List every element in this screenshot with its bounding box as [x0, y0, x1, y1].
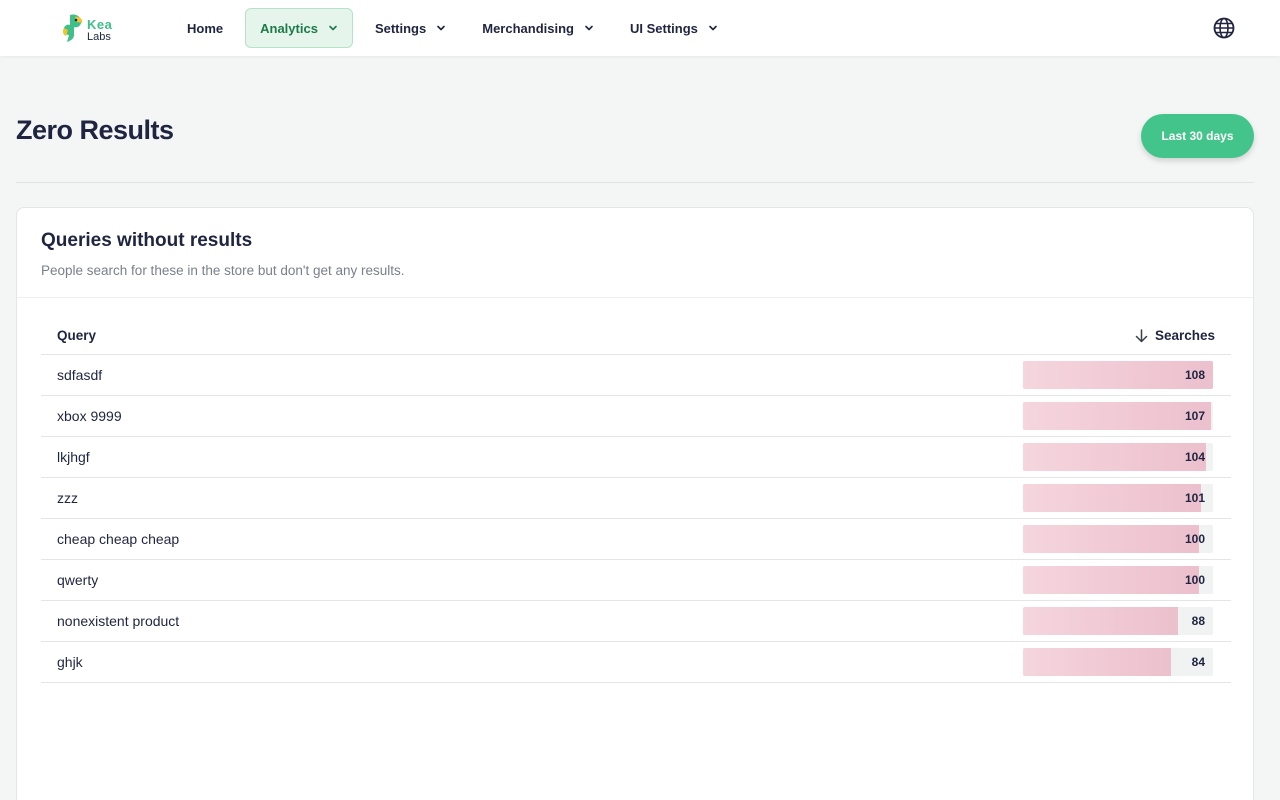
globe-icon[interactable]: [1212, 16, 1236, 40]
column-header-label: Searches: [1154, 328, 1215, 343]
main-nav: Home Analytics Settings Merchandising UI…: [173, 8, 740, 48]
searches-count: 88: [1191, 614, 1205, 628]
searches-bar: 108: [1023, 361, 1213, 389]
searches-count: 84: [1191, 655, 1205, 669]
parrot-logo-icon: [62, 14, 83, 43]
searches-bar-fill: [1023, 566, 1199, 594]
searches-count: 107: [1184, 409, 1205, 423]
page-title: Zero Results: [16, 115, 174, 145]
searches-bar: 100: [1023, 525, 1213, 553]
table-row[interactable]: qwerty 100: [41, 560, 1231, 601]
table-row[interactable]: xbox 9999 107: [41, 396, 1231, 437]
searches-count: 100: [1184, 573, 1205, 587]
nav-item-label: Settings: [374, 20, 427, 36]
query-text: nonexistent product: [57, 613, 180, 629]
searches-bar: 107: [1023, 402, 1213, 430]
card-subtitle: People search for these in the store but…: [41, 263, 405, 278]
query-text: lkjhgf: [57, 449, 90, 465]
column-header-searches[interactable]: Searches: [1135, 328, 1215, 343]
query-text: xbox 9999: [57, 408, 122, 424]
nav-item-label: Home: [187, 20, 224, 36]
query-text: qwerty: [57, 572, 99, 588]
searches-count: 100: [1184, 532, 1205, 546]
arrow-down-icon: [1135, 328, 1148, 342]
table-row[interactable]: cheap cheap cheap 100: [41, 519, 1231, 560]
searches-bar-fill: [1023, 648, 1171, 676]
nav-item-merchandising[interactable]: Merchandising: [468, 8, 608, 48]
table-header: Query Searches: [41, 318, 1231, 355]
query-text: sdfasdf: [57, 367, 103, 383]
nav-item-ui-settings[interactable]: UI Settings: [616, 8, 732, 48]
searches-bar: 101: [1023, 484, 1213, 512]
searches-bar-fill: [1023, 607, 1178, 635]
query-text: ghjk: [57, 654, 83, 670]
chevron-down-icon: [709, 25, 717, 31]
card-title: Queries without results: [41, 230, 253, 251]
table-row[interactable]: zzz 101: [41, 478, 1231, 519]
table-row[interactable]: ghjk 84: [41, 642, 1231, 683]
query-text: cheap cheap cheap: [57, 531, 180, 547]
date-range-button[interactable]: Last 30 days: [1141, 114, 1254, 158]
searches-bar-fill: [1023, 484, 1201, 512]
column-header-query[interactable]: Query: [57, 328, 96, 343]
searches-bar: 100: [1023, 566, 1213, 594]
nav-item-home[interactable]: Home: [173, 8, 237, 48]
nav-item-label: Analytics: [260, 20, 318, 36]
searches-count: 101: [1184, 491, 1205, 505]
searches-bar: 84: [1023, 648, 1213, 676]
queries-table: Query Searches sdfasdf 108 xbox 9999 107 lkj…: [41, 318, 1231, 683]
top-navbar: Kea Labs Home Analytics Settings Merchan…: [0, 0, 1280, 56]
table-body: sdfasdf 108 xbox 9999 107 lkjhgf 104 zzz 101 che…: [41, 355, 1231, 683]
searches-bar-fill: [1023, 525, 1199, 553]
nav-item-settings[interactable]: Settings: [361, 8, 460, 48]
searches-bar: 88: [1023, 607, 1213, 635]
nav-item-label: UI Settings: [629, 20, 698, 36]
chevron-down-icon: [329, 25, 337, 31]
header-divider: [16, 182, 1254, 183]
nav-item-label: Merchandising: [482, 20, 574, 36]
nav-item-analytics[interactable]: Analytics: [245, 8, 353, 48]
logo-name-top: Kea: [87, 17, 113, 32]
chevron-down-icon: [437, 25, 446, 31]
table-row[interactable]: lkjhgf 104: [41, 437, 1231, 478]
searches-bar: 104: [1023, 443, 1213, 471]
zero-results-card: Queries without results People search fo…: [16, 207, 1254, 800]
card-divider: [17, 297, 1253, 298]
logo-name-bottom: Labs: [87, 31, 111, 43]
searches-count: 108: [1184, 368, 1205, 382]
searches-bar-fill: [1023, 402, 1212, 430]
query-text: zzz: [57, 490, 78, 506]
searches-count: 104: [1184, 450, 1205, 464]
table-row[interactable]: sdfasdf 108: [41, 355, 1231, 396]
table-row[interactable]: nonexistent product 88: [41, 601, 1231, 642]
searches-bar-fill: [1023, 443, 1206, 471]
kea-labs-logo[interactable]: Kea Labs: [60, 13, 120, 45]
chevron-down-icon: [585, 25, 593, 31]
